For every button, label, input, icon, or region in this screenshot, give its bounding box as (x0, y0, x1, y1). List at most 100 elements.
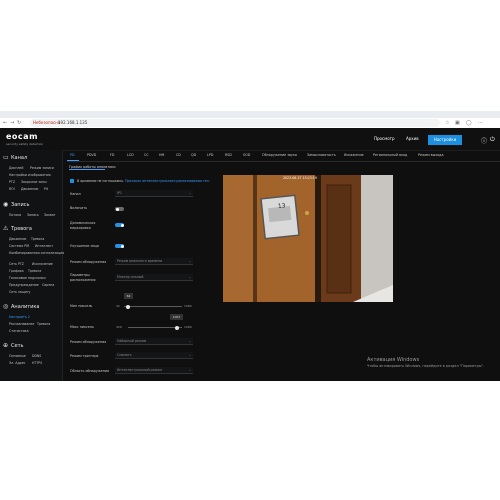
sidebar-item-https[interactable]: НТТРS (32, 361, 42, 365)
sidebar-section-analytics[interactable]: Аналитика (11, 304, 39, 310)
chevron-down-icon: ⌄ (188, 275, 191, 279)
sidebar-item-combined-alarm[interactable]: Комбинированная сигнализация (9, 251, 64, 255)
tab-hm[interactable]: HM (159, 153, 164, 157)
tab-sound-detection[interactable]: Обнаружение звука (262, 153, 297, 157)
forward-icon[interactable]: → (10, 118, 14, 128)
face-enhance-toggle[interactable] (115, 244, 124, 248)
detect-mode-select[interactable]: Наборный режим ⌄ (115, 338, 193, 345)
sidebar: ▭ Канал Дисплей Режим записи Настройки и… (0, 150, 64, 381)
tab-cd[interactable]: CD (176, 153, 181, 157)
min-pixel-slider[interactable] (124, 306, 182, 307)
face-enhance-label: Улучшение лица (70, 244, 99, 248)
sidebar-item-capture[interactable]: Захват (44, 213, 56, 217)
agree-checkbox[interactable] (70, 179, 74, 183)
star-icon[interactable]: ☆ (445, 118, 449, 128)
sidebar-item-intellect[interactable]: Интеллект (35, 244, 53, 248)
sidebar-item-image-settings[interactable]: Настройки изображения (9, 173, 51, 177)
enable-toggle[interactable] (115, 207, 124, 211)
sidebar-item-roi[interactable]: ROI (9, 187, 15, 191)
sidebar-item-recording[interactable]: Запись (27, 213, 39, 217)
tab-exit-mode[interactable]: Режим выхода (418, 153, 443, 157)
sidebar-item-streams[interactable]: Потоки (9, 213, 21, 217)
tab-lcd[interactable]: LCD (127, 153, 134, 157)
sidebar-section-alarm[interactable]: Тревога (11, 226, 32, 232)
sidebar-item-motion[interactable]: Движение (21, 187, 38, 191)
url-field[interactable] (30, 119, 440, 127)
sidebar-item-schedule[interactable]: Графика (9, 269, 24, 273)
tab-intricacy[interactable]: Замысловатость (307, 153, 336, 157)
placement-params-select[interactable]: Многоугольный ⌄ (115, 274, 193, 281)
active-tab-indicator (67, 160, 79, 161)
sidebar-item-ddns[interactable]: DDNS (32, 354, 41, 358)
sidebar-item-display[interactable]: Дисплей (9, 166, 23, 170)
camera-preview[interactable]: 13 2023-06-27 15:23:19 (223, 175, 393, 302)
sidebar-item-siren[interactable]: Сирена (42, 283, 54, 287)
tab-region-entry[interactable]: Региональный вход (373, 153, 407, 157)
sidebar-item-network-protect[interactable]: Сеть защиту (9, 290, 30, 294)
sidebar-item-privacy-zone[interactable]: Закрытие зоны (21, 180, 47, 184)
windows-activation-text: Чтобы активировать Windows, перейдите в … (367, 364, 485, 368)
sidebar-item-analytics-alarm[interactable]: Тревога (37, 322, 50, 326)
sidebar-section-network[interactable]: Сеть (11, 343, 23, 349)
sidebar-item-statistics[interactable]: Статистика (9, 329, 29, 333)
detect-mode-label: Режим обнаружения (70, 340, 107, 344)
app-window: eocam security safety detection Просмотр… (0, 128, 500, 381)
profile-icon[interactable]: ◯ (466, 118, 472, 128)
sidebar-item-ptz[interactable]: PTZ (9, 180, 15, 184)
extensions-icon[interactable]: ▣ (455, 118, 460, 128)
detection-mode-select[interactable]: Режим реального времени ⌄ (115, 258, 193, 265)
tab-rsd[interactable]: RSD (225, 153, 232, 157)
max-pixel-range-max: 1080 (184, 325, 192, 329)
nav-settings[interactable]: Настройки (428, 135, 462, 145)
sidebar-item-email[interactable]: Эл. Адрес (9, 361, 25, 365)
sidebar-item-record-mode[interactable]: Режим записи (30, 166, 54, 170)
trigger-mode-value: Снимать (117, 353, 132, 357)
sidebar-item-alarm-motion[interactable]: Движение (9, 237, 26, 241)
camera-icon: ▭ (3, 154, 9, 161)
detection-area-select[interactable]: Интеллектуальный режим ⌄ (115, 367, 193, 374)
protocol-link[interactable]: Протокол интеллектуального распознавания… (125, 179, 210, 183)
dynamic-marking-toggle[interactable] (115, 223, 124, 227)
min-pixel-handle[interactable] (126, 304, 130, 309)
tab-fd[interactable]: FD (110, 153, 114, 157)
max-pixel-slider[interactable] (128, 327, 182, 328)
nav-archive[interactable]: Архив (406, 136, 419, 141)
sidebar-item-pir[interactable]: Система PIR (9, 244, 29, 248)
channel-select[interactable]: IP1 ⌄ (115, 190, 193, 197)
sidebar-item-alarm-2[interactable]: Тревога (28, 269, 41, 273)
sidebar-item-exception[interactable]: Исключение (32, 262, 53, 266)
sidebar-section-record[interactable]: Запись (11, 202, 29, 208)
tab-sod[interactable]: SOD (243, 153, 250, 157)
camera-frame: 13 (223, 175, 393, 302)
max-pixel-handle[interactable] (175, 325, 179, 330)
tab-pd[interactable]: PD (70, 153, 75, 157)
tab-lpd[interactable]: LPD (207, 153, 213, 157)
reload-icon[interactable]: ↻ (17, 118, 21, 128)
menu-icon[interactable]: ⋯ (478, 118, 483, 128)
back-icon[interactable]: ← (3, 118, 7, 128)
sidebar-item-pit[interactable]: Pit (44, 187, 48, 191)
tab-distortion[interactable]: Искажение (344, 153, 364, 157)
power-icon[interactable]: ⏻ (490, 136, 495, 144)
subtab-indicator (69, 169, 105, 170)
chevron-down-icon: ⌄ (188, 339, 191, 343)
sidebar-item-configure[interactable]: Настроить 2 (9, 315, 30, 319)
detection-area-label: Область обнаружения (70, 369, 110, 373)
info-icon[interactable]: ⓘ (481, 136, 487, 145)
sidebar-item-basic[interactable]: Основные (9, 354, 26, 358)
sidebar-item-alarm[interactable]: Тревога (31, 237, 44, 241)
sidebar-item-voice-prompts[interactable]: Голосовые подсказки (9, 276, 46, 280)
windows-activation-title: Активация Windows (367, 357, 420, 363)
sidebar-item-network-ptz[interactable]: Сеть PTZ (9, 262, 24, 266)
network-icon: ⊕ (3, 342, 9, 349)
sidebar-item-recognition[interactable]: Распознавание (9, 322, 34, 326)
trigger-mode-select[interactable]: Снимать ⌄ (115, 352, 193, 359)
logo-subtitle: security safety detection (6, 142, 44, 146)
tab-cc[interactable]: CC (144, 153, 149, 157)
nav-live-view[interactable]: Просмотр (374, 136, 395, 141)
sidebar-section-channel[interactable]: Канал (11, 155, 27, 161)
tab-pdvd[interactable]: PDVD (87, 153, 96, 157)
sidebar-item-warning[interactable]: Предупреждение (9, 283, 39, 287)
trigger-mode-label: Режим триггера (70, 354, 99, 358)
tab-qd[interactable]: QD (191, 153, 196, 157)
